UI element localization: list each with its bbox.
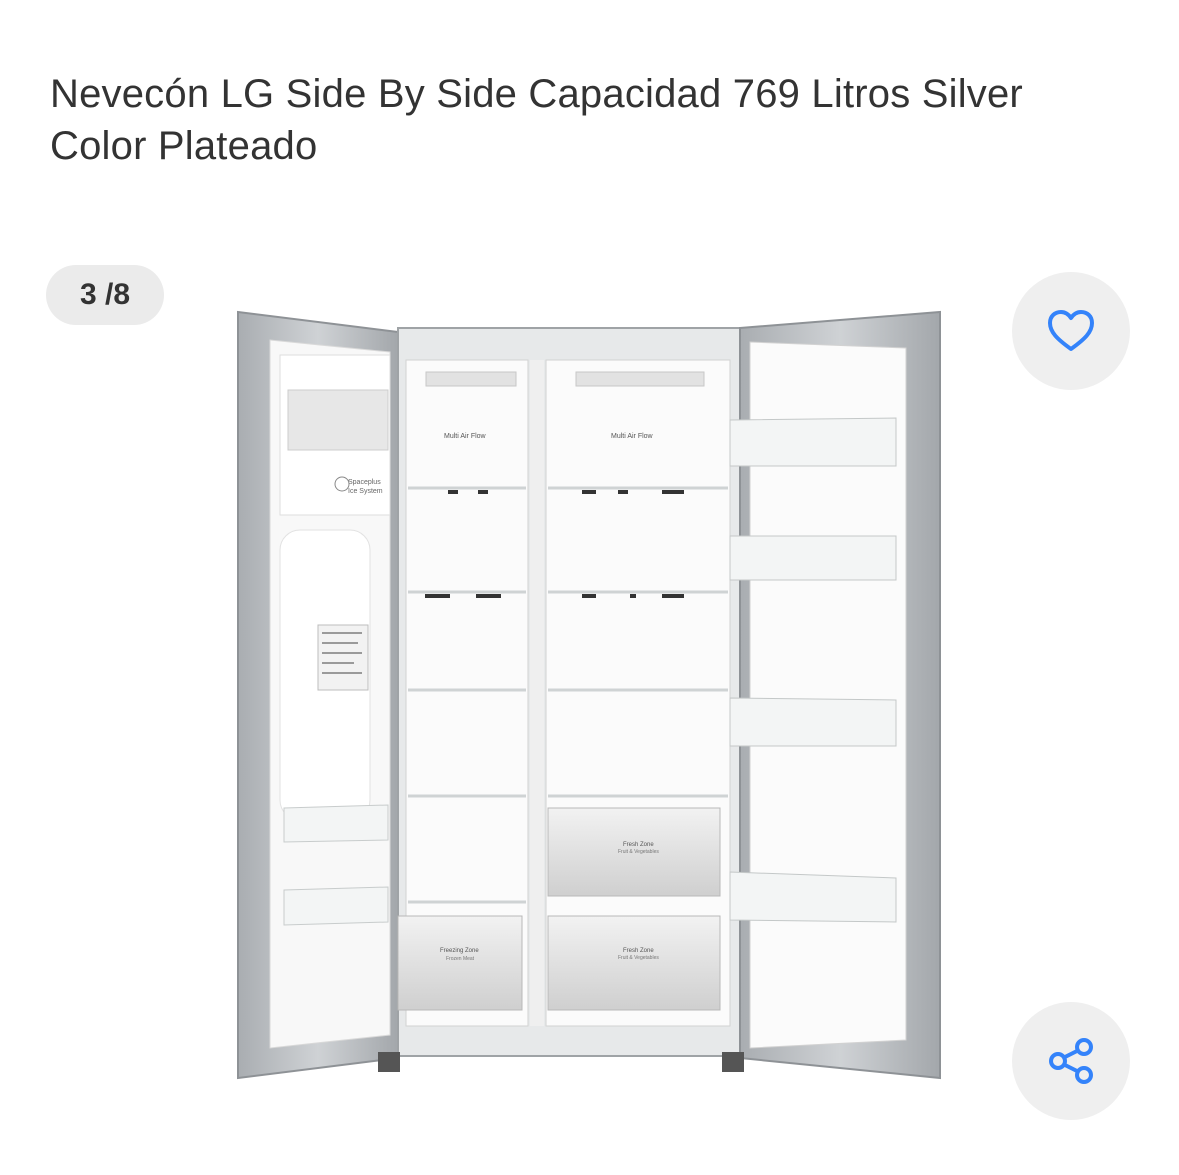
door-bin (729, 697, 897, 747)
multi-air-flow-label: Multi Air Flow (611, 433, 654, 440)
fresh-zone-label: Fresh Zone (623, 948, 654, 954)
freezer-drawer (397, 915, 523, 1011)
spec-label (317, 624, 369, 691)
favorite-button[interactable] (1012, 272, 1130, 390)
share-button[interactable] (1012, 1002, 1130, 1120)
door-bin (729, 417, 897, 467)
freezing-zone-sub-label: Frozen Meat (446, 956, 475, 962)
product-image[interactable]: Spaceplus Ice System Multi Air Flow Mult… (230, 300, 950, 1090)
image-counter: 3 /8 (46, 265, 164, 325)
door-bin (283, 804, 389, 843)
multi-air-flow-label: Multi Air Flow (444, 433, 487, 440)
fresh-zone-sub-label: Fruit & Vegetables (618, 849, 659, 855)
fresh-zone-sub-label: Fruit & Vegetables (618, 955, 659, 961)
heart-icon (1048, 310, 1094, 351)
door-bin (729, 871, 897, 923)
fresh-zone-label: Fresh Zone (623, 842, 654, 848)
door-bin (283, 886, 389, 926)
product-title: Nevecón LG Side By Side Capacidad 769 Li… (50, 72, 1023, 168)
freezing-zone-label: Freezing Zone (440, 948, 479, 954)
door-bin (729, 535, 897, 581)
ice-system-label: Ice System (348, 488, 383, 495)
fresh-zone-drawer (547, 915, 721, 1011)
share-icon (1049, 1038, 1093, 1084)
spaceplus-label: Spaceplus (348, 479, 381, 486)
